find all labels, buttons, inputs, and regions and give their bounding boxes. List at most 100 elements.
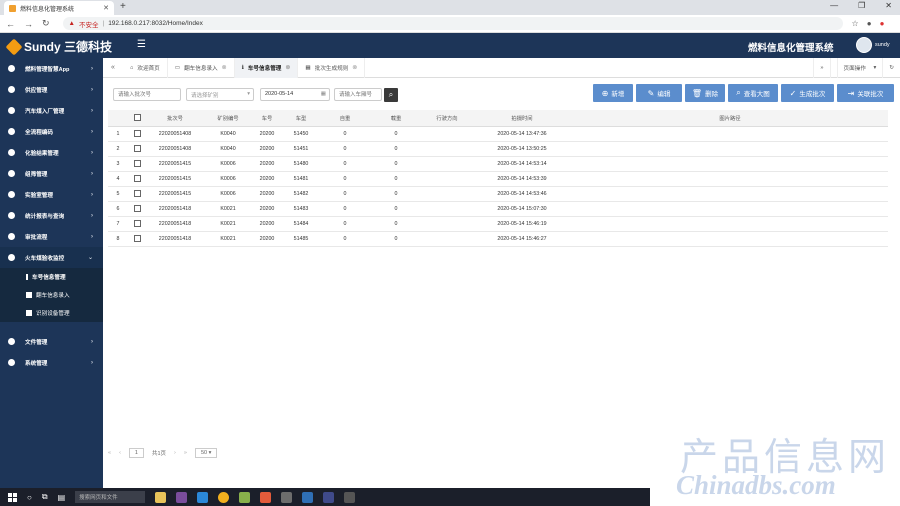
tabs-scroll-right-icon[interactable]: » (813, 58, 829, 78)
tab-batch-rules[interactable]: ▦ 批次生成规则 ⊗ (298, 57, 366, 78)
table-row[interactable]: 2 22020051408 K0040 20200 51451 0 0 2020-05-14 … (108, 141, 888, 157)
file-explorer-icon[interactable] (155, 491, 167, 503)
row-select-checkbox[interactable] (133, 235, 141, 242)
column-header[interactable]: 车型 (282, 110, 320, 127)
refresh-icon[interactable]: ↻ (882, 58, 900, 78)
close-tab-icon[interactable]: ⊗ (352, 64, 357, 71)
sidebar-item-screening[interactable]: 组筛管理 › (0, 163, 103, 184)
taskbar-search-input[interactable]: 搜索网页和文件 (75, 491, 146, 503)
row-select-checkbox[interactable] (133, 130, 141, 137)
generate-batch-button[interactable]: ✓ 生成批次 (781, 84, 834, 102)
tab-welcome[interactable]: ⌂ 欢迎首页 (123, 57, 168, 78)
app-icon[interactable] (344, 491, 356, 503)
close-tab-icon[interactable]: ⊗ (285, 64, 290, 71)
table-row[interactable]: 5 22020051415 K0006 20200 51482 0 0 2020-05-14 … (108, 186, 888, 202)
user-menu[interactable]: sundy (856, 37, 890, 53)
sidebar-item-files[interactable]: 文件管理 › (0, 331, 103, 352)
star-icon[interactable]: ☆ (852, 19, 859, 28)
select-all-checkbox[interactable] (133, 114, 141, 122)
column-header[interactable]: 车号 (252, 110, 282, 127)
row-select-checkbox[interactable] (133, 220, 141, 227)
windows-start-icon[interactable] (8, 492, 17, 502)
app-icon[interactable] (176, 491, 188, 503)
cortana-icon[interactable]: ○ (27, 493, 32, 502)
table-row[interactable]: 3 22020051415 K0006 20200 51480 0 0 2020-05-14 … (108, 156, 888, 172)
menu-toggle-icon[interactable]: ☰ (137, 39, 146, 50)
date-picker[interactable]: 2020-05-14 ▦ (260, 88, 330, 101)
column-header[interactable]: 载重 (370, 110, 422, 127)
sidebar-item-truck-coal[interactable]: 汽车煤入厂管理 › (0, 100, 103, 121)
column-header[interactable]: 拍摄时间 (472, 110, 572, 127)
add-button[interactable]: ⊕ 新增 (593, 84, 633, 102)
column-header[interactable]: 矿别编号 (204, 110, 252, 127)
app-icon[interactable] (281, 491, 293, 503)
last-page-icon[interactable]: » (184, 450, 187, 456)
forward-icon[interactable]: → (24, 19, 33, 29)
row-select-checkbox[interactable] (133, 145, 141, 152)
table-row[interactable]: 4 22020051415 K0006 20200 51481 0 0 2020-05-14 … (108, 171, 888, 187)
sidebar-subitem-dump-entry[interactable]: 翻车信息录入 (0, 286, 103, 304)
sidebar-item-approval[interactable]: 审批流程 › (0, 226, 103, 247)
app-icon[interactable] (260, 491, 272, 503)
sidebar-item-reports[interactable]: 统计报表与查询 › (0, 205, 103, 226)
row-select-checkbox[interactable] (133, 205, 141, 212)
prev-page-icon[interactable]: ‹ (119, 450, 121, 456)
extension-icon[interactable]: ● (880, 19, 885, 28)
sidebar-item-lab[interactable]: 实验室管理 › (0, 184, 103, 205)
app-icon[interactable] (197, 491, 209, 503)
url-field[interactable]: ▲ 不安全 | 192.168.0.217:8032/Home/Index (62, 17, 843, 30)
mine-select[interactable]: 请选择矿别 ▾ (186, 88, 254, 101)
edit-button[interactable]: ✎ 编辑 (636, 84, 682, 102)
app-icon[interactable] (323, 491, 335, 503)
row-select-checkbox[interactable] (133, 190, 141, 197)
reload-icon[interactable]: ↻ (42, 18, 50, 29)
tabs-scroll-left-icon[interactable]: « (103, 64, 123, 71)
app-icon[interactable] (239, 491, 251, 503)
close-window-icon[interactable]: ✕ (885, 1, 892, 10)
delete-button[interactable]: 🗑 删除 (685, 84, 725, 102)
widgets-icon[interactable]: ▤ (58, 493, 66, 502)
back-icon[interactable]: ← (6, 19, 15, 29)
tab-dump-entry[interactable]: ▭ 翻车信息录入 ⊗ (168, 57, 235, 78)
batch-number-input[interactable] (113, 88, 181, 101)
sidebar-item-system[interactable]: 系统管理 › (0, 352, 103, 373)
app-icon[interactable] (302, 491, 314, 503)
column-header[interactable]: 自重 (320, 110, 370, 127)
page-ops-menu[interactable]: 页面操作 ▾ (829, 58, 883, 78)
table-row[interactable]: 8 22020051418 K0021 20200 51485 0 0 2020-05-14 … (108, 231, 888, 247)
page-size-select[interactable]: 50 ▾ (194, 448, 218, 458)
first-page-icon[interactable]: « (108, 450, 111, 456)
sidebar-item-coding[interactable]: 全流程编码 › (0, 121, 103, 142)
chrome-icon[interactable] (218, 491, 230, 503)
table-row[interactable]: 1 22020051408 K0040 20200 51450 0 0 2020-05-14 … (108, 126, 888, 142)
sidebar-subitem-device[interactable]: 识别设备管理 (0, 304, 103, 322)
task-view-icon[interactable]: ⧉ (42, 492, 48, 502)
brand-logo[interactable]: Sundy 三德科技 (5, 38, 112, 55)
table-row[interactable]: 6 22020051418 K0021 20200 51483 0 0 2020-05-14 … (108, 201, 888, 217)
restore-icon[interactable]: ❐ (858, 1, 865, 10)
car-number-input[interactable] (334, 88, 382, 101)
profile-icon[interactable]: ● (867, 19, 872, 28)
minimize-icon[interactable]: — (830, 1, 838, 10)
browser-tab[interactable]: 燃料信息化管理系统 ✕ (4, 1, 114, 15)
column-header[interactable]: 批次号 (146, 110, 204, 127)
sidebar-item-app[interactable]: 燃料管理智慧App › (0, 58, 103, 79)
close-tab-icon[interactable]: ⊗ (222, 64, 227, 71)
link-batch-button[interactable]: ⇥ 关联批次 (837, 84, 894, 102)
table-row[interactable]: 7 22020051418 K0021 20200 51484 0 0 2020-05-14 … (108, 216, 888, 232)
next-page-icon[interactable]: › (174, 450, 176, 456)
row-select-checkbox[interactable] (133, 175, 141, 182)
sidebar-item-assay[interactable]: 化验结果管理 › (0, 142, 103, 163)
sidebar-subitem-car-number[interactable]: 车号信息管理 (0, 268, 103, 286)
sidebar-item-train-monitor[interactable]: 火车煤验收监控 ⌄ (0, 247, 103, 268)
search-button[interactable]: ⌕ (384, 88, 398, 102)
new-tab-button[interactable]: + (120, 1, 126, 12)
tab-car-number[interactable]: ℹ 车号信息管理 ⊗ (234, 57, 299, 78)
page-number-input[interactable]: 1 (128, 448, 144, 458)
view-image-button[interactable]: ⌕ 查看大图 (728, 84, 778, 102)
close-tab-icon[interactable]: ✕ (103, 4, 109, 12)
row-select-checkbox[interactable] (133, 160, 141, 167)
column-header[interactable]: 行驶方向 (422, 110, 472, 127)
column-header[interactable]: 图片路径 (572, 110, 888, 127)
sidebar-item-supply[interactable]: 供应管理 › (0, 79, 103, 100)
